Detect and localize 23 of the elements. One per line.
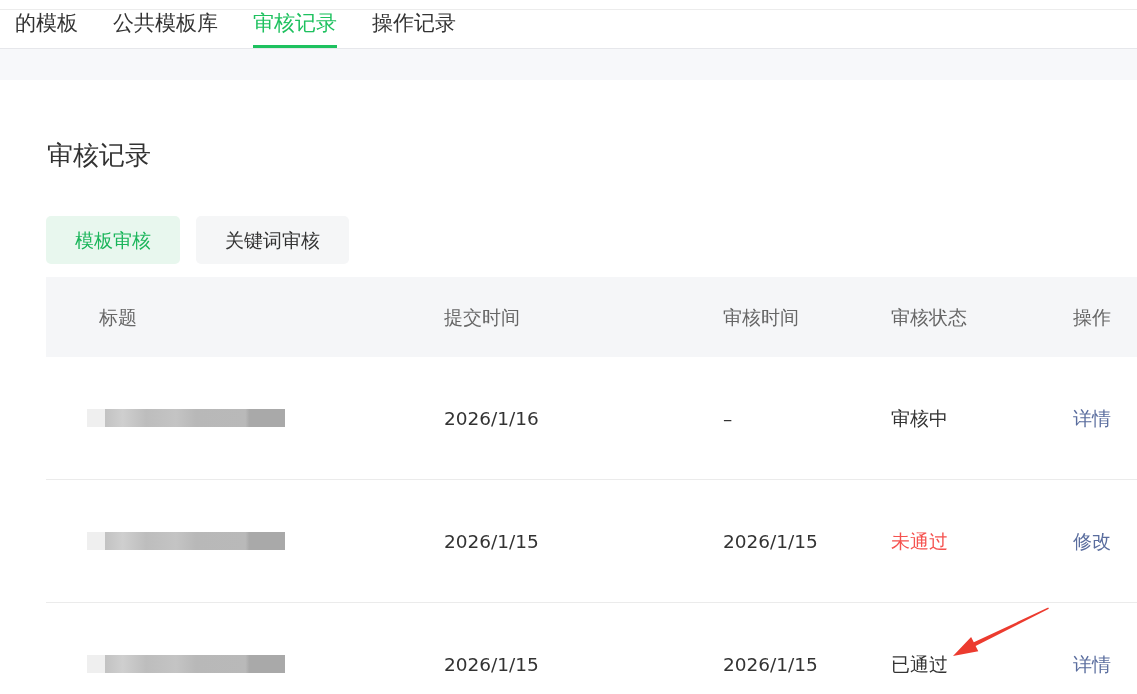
nav-tab[interactable]: 操作记录 xyxy=(372,10,456,48)
reviewed-date: 2026/1/15 xyxy=(723,653,818,675)
column-header: 审核状态 xyxy=(891,305,967,330)
nav-tab[interactable]: 公共模板库 xyxy=(113,10,218,48)
segment-tab[interactable]: 关键词审核 xyxy=(196,216,349,264)
page-title: 审核记录 xyxy=(47,139,151,172)
status-text: 已通过 xyxy=(891,652,948,677)
reviewed-date: – xyxy=(723,407,733,429)
action-link[interactable]: 详情 xyxy=(1073,405,1111,431)
status-text: 审核中 xyxy=(891,406,948,431)
column-header: 提交时间 xyxy=(444,305,520,330)
column-header: 操作 xyxy=(1073,305,1111,330)
column-header: 标题 xyxy=(99,305,137,330)
column-header: 审核时间 xyxy=(723,305,799,330)
status-text: 未通过 xyxy=(891,529,948,554)
submitted-date: 2026/1/15 xyxy=(444,653,539,675)
action-link[interactable]: 修改 xyxy=(1073,528,1111,554)
submitted-date: 2026/1/15 xyxy=(444,530,539,552)
arrow-icon xyxy=(952,606,1050,658)
action-link[interactable]: 详情 xyxy=(1073,651,1111,677)
nav-tab[interactable]: 的模板 xyxy=(15,10,78,48)
submitted-date: 2026/1/16 xyxy=(444,407,539,429)
reviewed-date: 2026/1/15 xyxy=(723,530,818,552)
